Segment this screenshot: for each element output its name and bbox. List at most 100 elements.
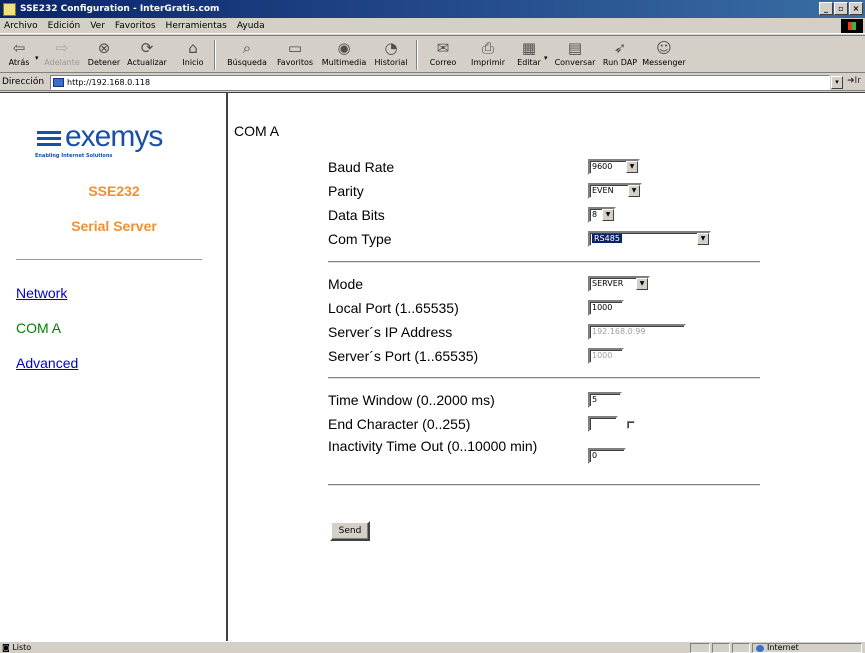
favorites-icon: ▭: [287, 39, 303, 57]
data-bits-label: Data Bits: [328, 207, 385, 223]
edit-dropdown-icon[interactable]: ▾: [544, 54, 548, 62]
baud-rate-label: Baud Rate: [328, 159, 395, 175]
stop-button[interactable]: ⊗ Detener: [84, 38, 124, 72]
server-ip-input[interactable]: 192.168.0.99: [588, 324, 686, 340]
end-character-input[interactable]: [588, 416, 618, 432]
server-port-input[interactable]: 1000: [588, 348, 624, 364]
chevron-down-icon: ▼: [636, 278, 648, 290]
status-text: ◙ Listo: [2, 643, 32, 652]
product-name: SSE232: [88, 183, 140, 199]
back-arrow-icon: ⇦: [12, 39, 26, 57]
address-bar: Dirección http://192.168.0.118 ▾ ➜Ir: [0, 74, 865, 91]
local-port-input[interactable]: 1000: [588, 300, 624, 316]
address-input[interactable]: http://192.168.0.118: [50, 75, 830, 90]
product-subtitle: Serial Server: [71, 218, 157, 234]
minimize-button[interactable]: _: [819, 2, 833, 15]
server-port-label: Server´s Port (1..65535): [328, 348, 479, 364]
status-bar: ◙ Listo Internet: [0, 641, 865, 653]
menu-favoritos[interactable]: Favoritos: [115, 21, 156, 31]
end-character-checkbox[interactable]: [627, 421, 635, 429]
menu-ver[interactable]: Ver: [90, 21, 105, 31]
logo-mark-icon: [37, 129, 61, 149]
status-segment: [732, 643, 750, 653]
address-url: http://192.168.0.118: [67, 78, 151, 87]
favorites-button[interactable]: ▭ Favoritos: [274, 38, 316, 72]
chevron-down-icon: ▼: [602, 209, 614, 221]
data-bits-select[interactable]: 8 ▼: [588, 207, 616, 223]
nav-link-network[interactable]: Network: [16, 285, 67, 301]
parity-select[interactable]: EVEN ▼: [588, 183, 642, 199]
local-port-label: Local Port (1..65535): [328, 300, 459, 316]
time-window-input[interactable]: 5: [588, 392, 622, 408]
menu-ayuda[interactable]: Ayuda: [237, 21, 265, 31]
nav-link-com-a[interactable]: COM A: [16, 320, 61, 336]
server-ip-label: Server´s IP Address: [328, 324, 453, 340]
time-window-label: Time Window (0..2000 ms): [328, 392, 495, 408]
media-icon: ◉: [337, 39, 351, 57]
exemys-logo: exemys Enabling Internet Solutions: [35, 121, 175, 161]
browser-icon: [3, 2, 16, 16]
back-button[interactable]: ⇦ Atrás: [6, 38, 32, 72]
send-button[interactable]: Send: [330, 521, 370, 541]
forward-button[interactable]: ⇨ Adelante: [42, 38, 82, 72]
mode-select[interactable]: SERVER ▼: [588, 276, 650, 292]
home-icon: ⌂: [188, 39, 198, 57]
go-arrow-icon: ➜: [847, 76, 855, 86]
chevron-down-icon: ▼: [697, 233, 709, 245]
maximize-button[interactable]: ▫: [834, 2, 848, 15]
title-bar: SSE232 Configuration - InterGratis.com _…: [0, 0, 865, 18]
toolbar: ⇦ Atrás ▾ ⇨ Adelante ⊗ Detener ⟳ Actuali…: [0, 35, 865, 73]
mail-button[interactable]: ✉ Correo: [428, 38, 458, 72]
discuss-button[interactable]: ▤ Conversar: [552, 38, 598, 72]
section-divider: [328, 261, 760, 263]
end-character-label: End Character (0..255): [328, 416, 471, 432]
menu-herramientas[interactable]: Herramientas: [166, 21, 227, 31]
security-zone: Internet: [752, 643, 862, 653]
run-dap-button[interactable]: ➶ Run DAP: [600, 38, 640, 72]
logo-word: exemys: [65, 120, 163, 153]
status-page-icon: ◙: [2, 643, 10, 652]
inactivity-timeout-input[interactable]: 0: [588, 448, 626, 464]
parity-label: Parity: [328, 183, 364, 199]
nav-link-advanced[interactable]: Advanced: [16, 355, 78, 371]
messenger-icon: ☺: [656, 39, 672, 57]
search-icon: ⌕: [242, 39, 252, 57]
refresh-button[interactable]: ⟳ Actualizar: [125, 38, 169, 72]
status-segment: [712, 643, 730, 653]
com-type-label: Com Type: [328, 231, 392, 247]
address-label: Dirección: [2, 77, 45, 87]
home-button[interactable]: ⌂ Inicio: [178, 38, 208, 72]
toolbar-separator: [214, 40, 216, 70]
mode-label: Mode: [328, 276, 364, 292]
edit-button[interactable]: ▦ Editar: [516, 38, 542, 72]
close-button[interactable]: ×: [849, 2, 863, 15]
forward-arrow-icon: ⇨: [55, 39, 69, 57]
globe-icon: [756, 645, 764, 652]
back-dropdown-icon[interactable]: ▾: [35, 54, 39, 62]
logo-tagline: Enabling Internet Solutions: [35, 153, 113, 159]
menu-edicion[interactable]: Edición: [48, 21, 81, 31]
go-button[interactable]: ➜Ir: [847, 76, 861, 86]
menu-archivo[interactable]: Archivo: [4, 21, 38, 31]
toolbar-separator: [416, 40, 418, 70]
messenger-button[interactable]: ☺ Messenger: [640, 38, 688, 72]
history-icon: ◔: [384, 39, 398, 57]
page-title: COM A: [234, 123, 280, 139]
window-title: SSE232 Configuration - InterGratis.com: [20, 4, 220, 14]
search-button[interactable]: ⌕ Búsqueda: [226, 38, 268, 72]
section-divider: [328, 377, 760, 379]
print-button[interactable]: ⎙ Imprimir: [470, 38, 506, 72]
config-form: COM A Baud Rate 9600 ▼ Parity EVEN ▼ Dat…: [230, 93, 865, 642]
menu-bar: Archivo Edición Ver Favoritos Herramient…: [0, 18, 865, 34]
window-controls: _ ▫ ×: [819, 2, 863, 15]
refresh-icon: ⟳: [140, 39, 154, 57]
com-type-select[interactable]: RS485 ▼: [588, 231, 711, 247]
page-viewport: exemys Enabling Internet Solutions SSE23…: [0, 92, 865, 642]
section-divider: [328, 484, 760, 486]
sidebar-divider: [16, 259, 202, 260]
run-dap-icon: ➶: [613, 39, 627, 57]
baud-rate-select[interactable]: 9600 ▼: [588, 159, 640, 175]
address-dropdown-button[interactable]: ▾: [831, 76, 843, 89]
history-button[interactable]: ◔ Historial: [372, 38, 410, 72]
media-button[interactable]: ◉ Multimedia: [322, 38, 366, 72]
